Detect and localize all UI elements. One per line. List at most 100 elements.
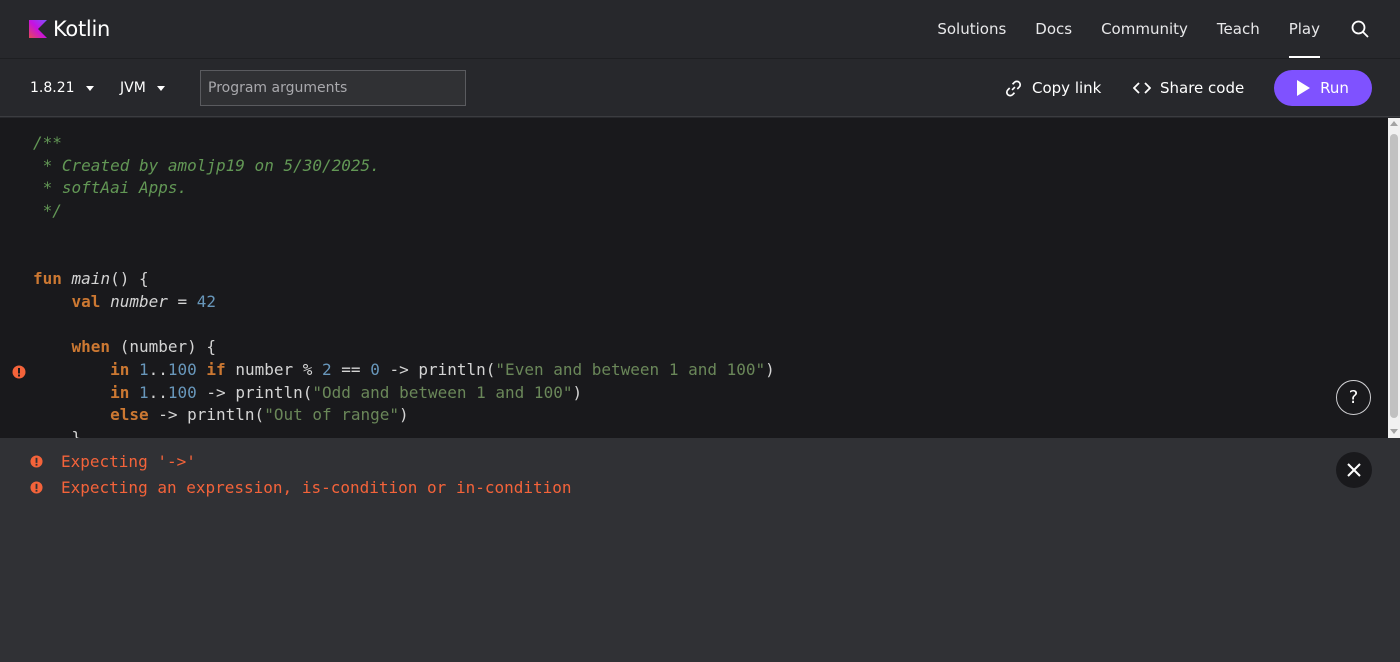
- code-token: val: [71, 291, 101, 311]
- chevron-down-icon: [85, 85, 94, 91]
- nav-community[interactable]: Community: [1101, 0, 1188, 58]
- code-content[interactable]: /** * Created by amoljp19 on 5/30/2025. …: [33, 132, 775, 438]
- code-token: ): [572, 382, 583, 402]
- error-marker-icon[interactable]: [12, 364, 26, 383]
- code-token: "Even and between 1 and 100": [495, 359, 766, 379]
- share-code-label: Share code: [1160, 79, 1245, 97]
- code-line[interactable]: fun main() {: [33, 268, 775, 291]
- version-label: 1.8.21: [30, 80, 75, 96]
- share-code-button[interactable]: Share code: [1133, 59, 1244, 117]
- nav-teach[interactable]: Teach: [1217, 0, 1260, 58]
- code-token: 100: [167, 382, 197, 402]
- error-icon: [30, 455, 43, 468]
- code-token: "Out of range": [264, 405, 400, 425]
- code-token: (number) {: [110, 337, 217, 357]
- close-console-button[interactable]: [1336, 452, 1372, 488]
- code-token: 42: [196, 291, 217, 311]
- code-token: -> println(: [196, 382, 313, 402]
- code-icon: [1133, 82, 1151, 94]
- code-token: 1: [138, 382, 149, 402]
- code-line[interactable]: * softAai Apps.: [33, 177, 775, 200]
- top-navigation: Kotlin Solutions Docs Community Teach Pl…: [0, 0, 1400, 58]
- code-token: if: [206, 359, 226, 379]
- code-token: /**: [33, 133, 62, 152]
- run-button[interactable]: Run: [1274, 70, 1372, 106]
- code-line[interactable]: [33, 314, 775, 337]
- code-token: 2: [322, 359, 332, 379]
- help-label: ?: [1348, 387, 1359, 408]
- kotlin-logo-icon: [29, 20, 47, 38]
- code-token: * Created by amoljp19 on 5/30/2025.: [33, 155, 380, 175]
- code-token: ): [399, 405, 409, 425]
- play-icon: [1297, 80, 1311, 96]
- code-line[interactable]: [33, 223, 775, 246]
- console-error: Expecting an expression, is-condition or…: [30, 478, 572, 497]
- code-token: 100: [167, 359, 197, 379]
- console-output: Expecting '->' Expecting an expression, …: [0, 438, 1400, 662]
- code-token: number %: [225, 359, 323, 379]
- nav-solutions[interactable]: Solutions: [937, 0, 1006, 58]
- code-token: ..: [148, 359, 168, 379]
- code-token: in: [110, 382, 130, 402]
- code-token: () {: [110, 269, 149, 289]
- code-token: number: [110, 291, 168, 311]
- code-token: =: [167, 291, 197, 311]
- platform-dropdown[interactable]: JVM: [120, 59, 165, 117]
- nav-links: Solutions Docs Community Teach Play: [908, 0, 1370, 58]
- code-line[interactable]: when (number) {: [33, 336, 775, 359]
- code-line[interactable]: */: [33, 200, 775, 223]
- playground-toolbar: 1.8.21 JVM Copy link Share code Run: [0, 58, 1400, 117]
- code-line[interactable]: in 1..100 if number % 2 == 0 -> println(…: [33, 359, 775, 382]
- console-error-text: Expecting '->': [61, 452, 196, 471]
- program-arguments-input[interactable]: [200, 70, 466, 106]
- code-line[interactable]: val number = 42: [33, 291, 775, 314]
- code-line[interactable]: [33, 245, 775, 268]
- link-icon: [1005, 80, 1022, 96]
- logo-text: Kotlin: [53, 17, 110, 41]
- code-token: * softAai Apps.: [33, 178, 188, 198]
- code-line[interactable]: /**: [33, 132, 775, 155]
- code-token: else: [110, 405, 149, 425]
- code-line[interactable]: * Created by amoljp19 on 5/30/2025.: [33, 155, 775, 178]
- console-error-text: Expecting an expression, is-condition or…: [61, 478, 572, 497]
- code-token: -> println(: [379, 359, 496, 379]
- kotlin-logo[interactable]: Kotlin: [29, 17, 110, 41]
- scroll-down-arrow-icon[interactable]: [1390, 429, 1398, 434]
- scroll-thumb[interactable]: [1390, 134, 1398, 418]
- code-editor[interactable]: /** * Created by amoljp19 on 5/30/2025. …: [0, 118, 1400, 438]
- code-token: */: [33, 201, 62, 221]
- search-icon[interactable]: [1350, 19, 1370, 39]
- scroll-up-arrow-icon[interactable]: [1390, 121, 1398, 126]
- editor-scrollbar[interactable]: [1388, 118, 1400, 438]
- copy-link-button[interactable]: Copy link: [1004, 59, 1101, 117]
- copy-link-label: Copy link: [1032, 79, 1102, 97]
- code-token: main: [71, 269, 111, 289]
- platform-label: JVM: [120, 80, 146, 96]
- nav-play[interactable]: Play: [1288, 0, 1321, 58]
- nav-docs[interactable]: Docs: [1035, 0, 1072, 58]
- code-line[interactable]: in 1..100 -> println("Odd and between 1 …: [33, 382, 775, 405]
- code-token: -> println(: [148, 405, 265, 425]
- code-token: ..: [148, 382, 168, 402]
- help-button[interactable]: ?: [1336, 380, 1371, 415]
- code-token: ==: [331, 359, 371, 379]
- code-token: ): [765, 359, 775, 379]
- code-token: 0: [370, 359, 380, 379]
- code-line[interactable]: }: [33, 427, 775, 438]
- version-dropdown[interactable]: 1.8.21: [30, 59, 94, 117]
- code-line[interactable]: else -> println("Out of range"): [33, 404, 775, 427]
- code-token: 1: [138, 359, 149, 379]
- code-token: in: [110, 359, 130, 379]
- code-token: "Odd and between 1 and 100": [312, 382, 573, 402]
- code-token: when: [71, 337, 111, 357]
- chevron-down-icon: [156, 85, 165, 91]
